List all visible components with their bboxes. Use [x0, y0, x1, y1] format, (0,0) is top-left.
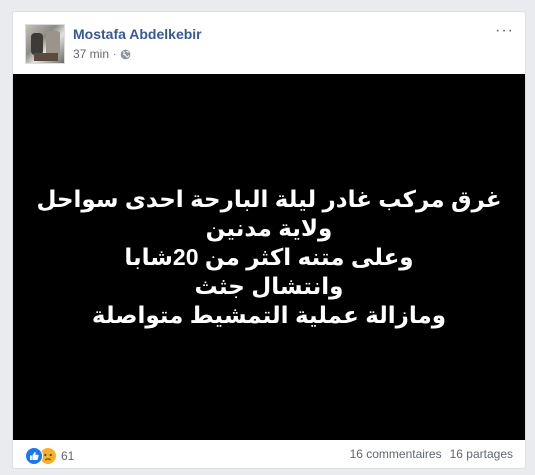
post-header: Mostafa Abdelkebir 37 min · ···: [25, 23, 513, 64]
post-timestamp[interactable]: 37 min: [73, 47, 109, 61]
post-text-line: غرق مركب غادر ليلة البارحة احدى سواحل: [36, 185, 502, 212]
engagement-counts: 16 commentaires 16 partages: [350, 447, 513, 461]
post-text-line: وانتشال جثث: [194, 272, 344, 299]
post-card: Mostafa Abdelkebir 37 min · ··· غرق مركب…: [12, 11, 526, 469]
reactions-summary[interactable]: 61: [25, 447, 74, 465]
author-name[interactable]: Mostafa Abdelkebir: [73, 26, 202, 42]
like-icon: [25, 447, 43, 465]
avatar-shape: [34, 53, 58, 61]
post-text-line: ومازالة عملية التمشيط متواصلة: [91, 301, 447, 328]
globe-icon[interactable]: [120, 49, 131, 60]
post-text-line: وعلى متنه اكثر من 20شابا: [124, 243, 414, 270]
post-footer: 61 16 commentaires 16 partages: [25, 444, 513, 466]
reaction-count: 61: [61, 449, 75, 463]
post-text-line: ولاية مدنين: [205, 214, 333, 241]
avatar-shape: [31, 33, 43, 55]
post-meta: 37 min ·: [73, 47, 131, 61]
avatar[interactable]: [25, 24, 65, 64]
meta-separator: ·: [113, 48, 117, 60]
shares-count-link[interactable]: 16 partages: [450, 447, 513, 461]
post-text-background: غرق مركب غادر ليلة البارحة احدى سواحل ول…: [13, 74, 525, 440]
more-options-icon[interactable]: ···: [495, 23, 513, 40]
comments-count-link[interactable]: 16 commentaires: [350, 447, 442, 461]
